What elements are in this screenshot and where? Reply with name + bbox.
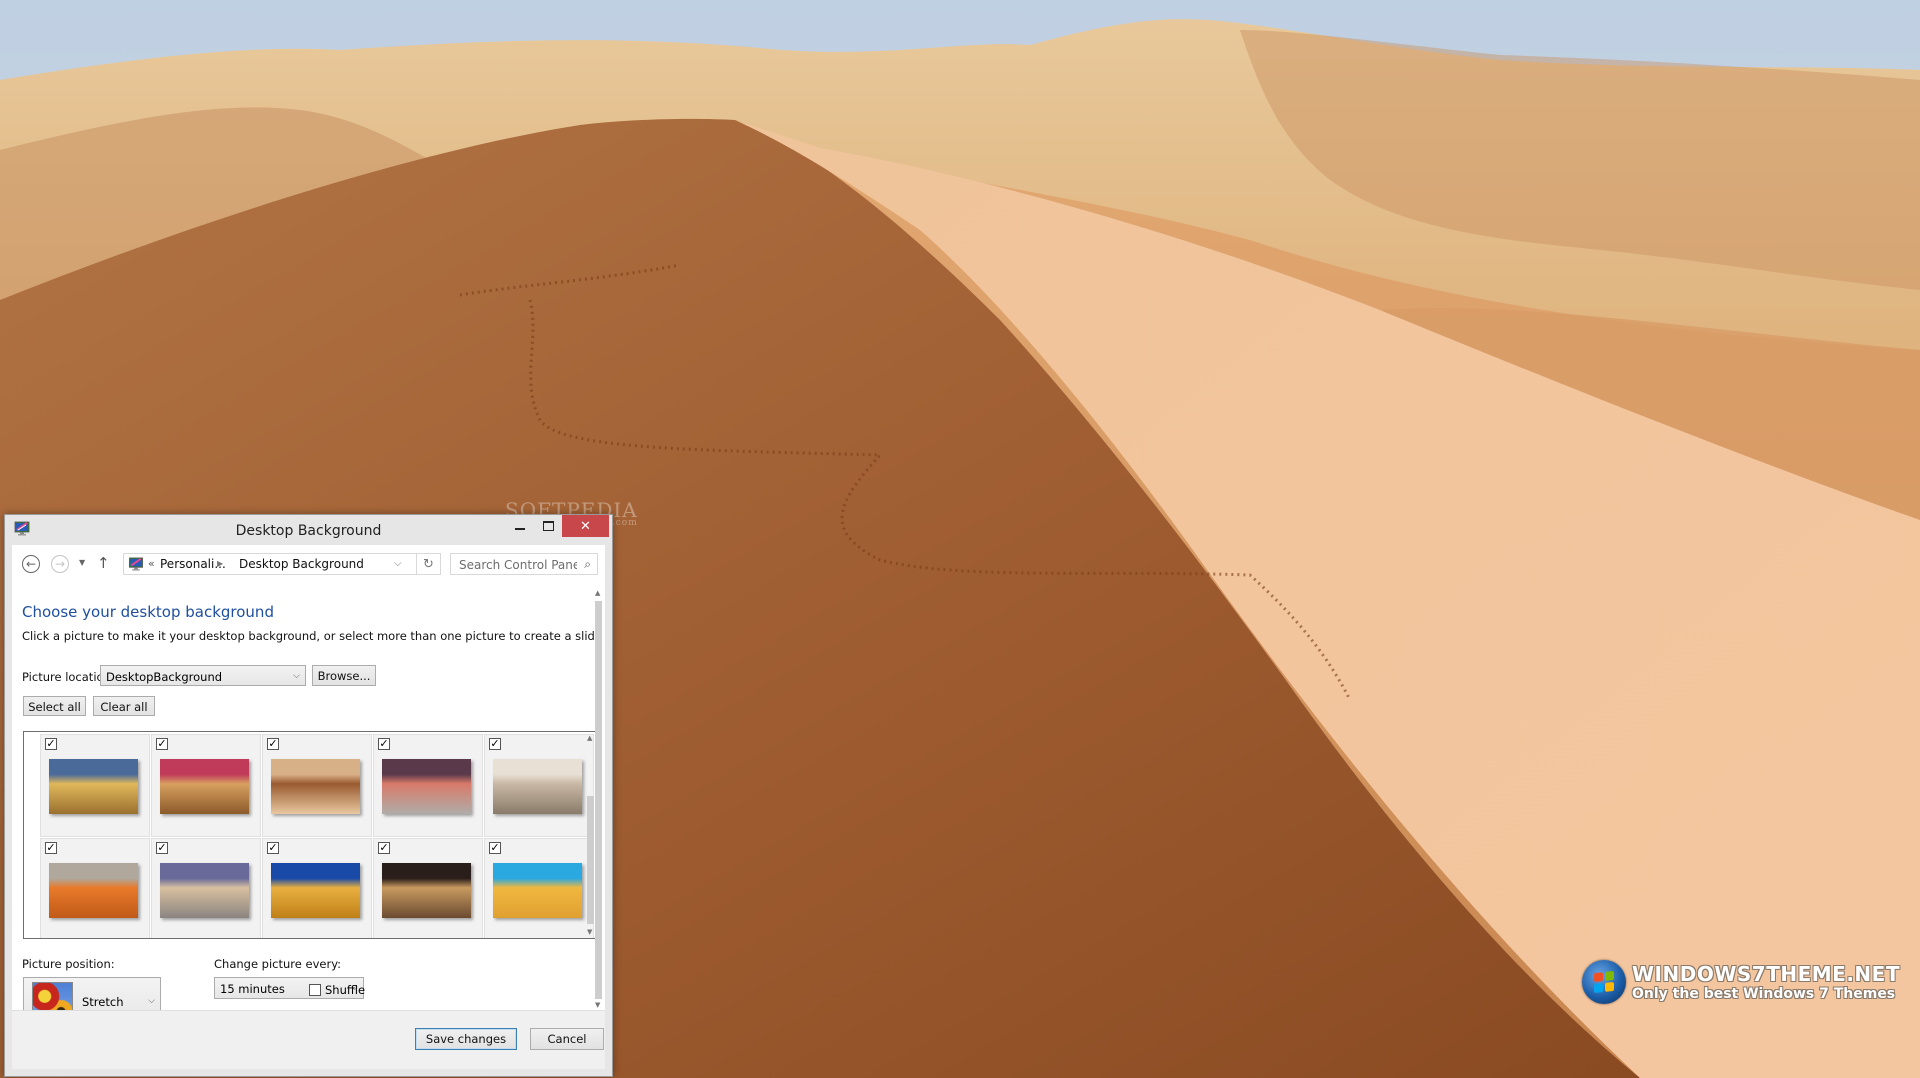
picture-thumbnail-dune-deep-blue-sky[interactable] <box>271 863 360 918</box>
picture-location-dropdown[interactable]: DesktopBackground ⌵ <box>100 665 306 686</box>
picture-thumbnail-pale-dunes[interactable] <box>493 759 582 814</box>
picture-position-value: Stretch <box>82 995 124 1009</box>
back-button[interactable]: ← <box>22 555 40 573</box>
picture-tile[interactable]: ✓ <box>484 734 594 837</box>
up-button[interactable]: ↑ <box>97 554 110 572</box>
breadcrumb-separator-icon[interactable]: ▶ <box>217 559 223 568</box>
picture-thumbnail-dusk-white-dunes[interactable] <box>382 759 471 814</box>
recent-locations-dropdown[interactable]: ▼ <box>79 558 85 567</box>
picture-tile[interactable]: ✓ <box>151 838 261 938</box>
save-changes-button[interactable]: Save changes <box>415 1028 517 1050</box>
maximize-button[interactable] <box>534 515 562 537</box>
picture-tile[interactable]: ✓ <box>373 838 483 938</box>
browse-button[interactable]: Browse... <box>312 665 376 686</box>
picture-grid: ✓ ✓ ✓ ✓ ✓ ✓ ✓ ✓ ✓ ✓ <box>40 734 594 938</box>
refresh-icon: ↻ <box>423 556 434 572</box>
windows-orb-icon <box>1582 960 1626 1004</box>
brand-title: WINDOWS7THEME.NET <box>1632 961 1900 986</box>
close-button[interactable]: ✕ <box>562 515 609 537</box>
title-bar[interactable]: Desktop Background ✕ <box>5 515 612 545</box>
windows7theme-logo: WINDOWS7THEME.NET Only the best Windows … <box>1582 960 1900 1004</box>
page-description: Click a picture to make it your desktop … <box>22 629 605 643</box>
page-heading: Choose your desktop background <box>22 603 274 621</box>
picture-checkbox[interactable]: ✓ <box>156 738 168 750</box>
address-bar[interactable]: « Personali... ▶ Desktop Background ⌵ <box>123 553 417 575</box>
picture-thumbnail-dune-ripples-blue-sky[interactable] <box>49 759 138 814</box>
picture-tile[interactable]: ✓ <box>373 734 483 837</box>
content-scrollbar-thumb[interactable] <box>595 601 602 999</box>
picture-tile[interactable]: ✓ <box>40 734 150 837</box>
scroll-down-icon[interactable]: ▼ <box>595 1001 600 1009</box>
address-history-dropdown[interactable]: ⌵ <box>394 558 402 569</box>
window-client-area: ← → ▼ ↑ « Personali... ▶ Desktop Backgro… <box>12 545 605 1069</box>
picture-checkbox[interactable]: ✓ <box>45 842 57 854</box>
picture-tile[interactable]: ✓ <box>262 734 372 837</box>
search-input[interactable] <box>457 555 579 575</box>
back-arrow-icon: ← <box>25 557 37 571</box>
picture-tile[interactable]: ✓ <box>484 838 594 938</box>
close-icon: ✕ <box>580 518 591 534</box>
shuffle-label: Shuffle <box>325 983 366 997</box>
picture-location-value: DesktopBackground <box>106 670 223 684</box>
breadcrumb-personalization[interactable]: Personali... <box>160 557 226 571</box>
picture-checkbox[interactable]: ✓ <box>378 738 390 750</box>
content-scrollbar[interactable]: ▲ ▼ <box>595 585 603 1009</box>
picture-checkbox[interactable]: ✓ <box>45 738 57 750</box>
picture-thumbnail-golden-dunes-cyan-sky[interactable] <box>493 863 582 918</box>
picture-thumbnail-dune-ridge-brown[interactable] <box>271 759 360 814</box>
breadcrumb-overflow-button[interactable]: « <box>148 557 155 570</box>
search-icon[interactable]: ⌕ <box>584 557 591 572</box>
select-all-button[interactable]: Select all <box>23 696 86 716</box>
picture-tile[interactable]: ✓ <box>262 838 372 938</box>
picture-checkbox[interactable]: ✓ <box>267 842 279 854</box>
maximize-icon <box>542 521 554 531</box>
picture-thumbnail-dark-dune-shadow[interactable] <box>382 863 471 918</box>
scroll-up-icon[interactable]: ▲ <box>595 589 600 597</box>
gallery-scrollbar[interactable]: ▲ ▼ <box>587 734 595 936</box>
change-picture-label: Change picture every: <box>214 957 342 971</box>
minimize-button[interactable] <box>506 515 534 537</box>
forward-arrow-icon: → <box>54 557 66 571</box>
scroll-down-icon[interactable]: ▼ <box>587 928 592 936</box>
picture-checkbox[interactable]: ✓ <box>267 738 279 750</box>
picture-position-preview <box>32 982 73 1011</box>
picture-tile[interactable]: ✓ <box>40 838 150 938</box>
shuffle-checkbox[interactable]: Shuffle <box>309 983 365 997</box>
picture-position-label: Picture position: <box>22 957 115 971</box>
brand-subtitle: Only the best Windows 7 Themes <box>1632 985 1896 1002</box>
picture-tile[interactable]: ✓ <box>151 734 261 837</box>
content-pane: Choose your desktop background Click a p… <box>12 583 605 1011</box>
chevron-down-icon: ⌵ <box>293 671 300 681</box>
cancel-button[interactable]: Cancel <box>530 1028 604 1050</box>
desktop-background-window: Desktop Background ✕ ← → ▼ ↑ « Personali… <box>4 514 613 1077</box>
picture-thumbnail-dunes-pink-sky[interactable] <box>160 759 249 814</box>
picture-checkbox[interactable]: ✓ <box>156 842 168 854</box>
forward-button[interactable]: → <box>51 555 69 573</box>
control-panel-icon <box>129 557 143 571</box>
picture-thumbnail-rippled-sand-sunset[interactable] <box>160 863 249 918</box>
picture-checkbox[interactable]: ✓ <box>378 842 390 854</box>
breadcrumb-desktop-background[interactable]: Desktop Background <box>239 557 364 571</box>
picture-gallery: ✓ ✓ ✓ ✓ ✓ ✓ ✓ ✓ ✓ ✓ ▲ ▼ <box>23 731 598 939</box>
picture-checkbox[interactable]: ✓ <box>489 842 501 854</box>
shuffle-checkbox-box[interactable] <box>309 984 321 996</box>
picture-thumbnail-orange-dunes-caravan[interactable] <box>49 863 138 918</box>
search-box[interactable]: ⌕ <box>450 553 598 575</box>
change-picture-interval-value: 15 minutes <box>220 982 285 996</box>
clear-all-button[interactable]: Clear all <box>93 696 155 716</box>
scroll-up-icon[interactable]: ▲ <box>587 734 592 742</box>
refresh-button[interactable]: ↻ <box>417 553 441 575</box>
dialog-footer: Save changes Cancel <box>12 1010 605 1069</box>
gallery-scrollbar-thumb[interactable] <box>587 796 594 924</box>
navigation-bar: ← → ▼ ↑ « Personali... ▶ Desktop Backgro… <box>12 545 605 583</box>
picture-checkbox[interactable]: ✓ <box>489 738 501 750</box>
picture-position-dropdown[interactable]: Stretch ⌵ <box>23 977 161 1011</box>
minimize-icon <box>515 528 525 530</box>
chevron-down-icon: ⌵ <box>148 996 155 1006</box>
